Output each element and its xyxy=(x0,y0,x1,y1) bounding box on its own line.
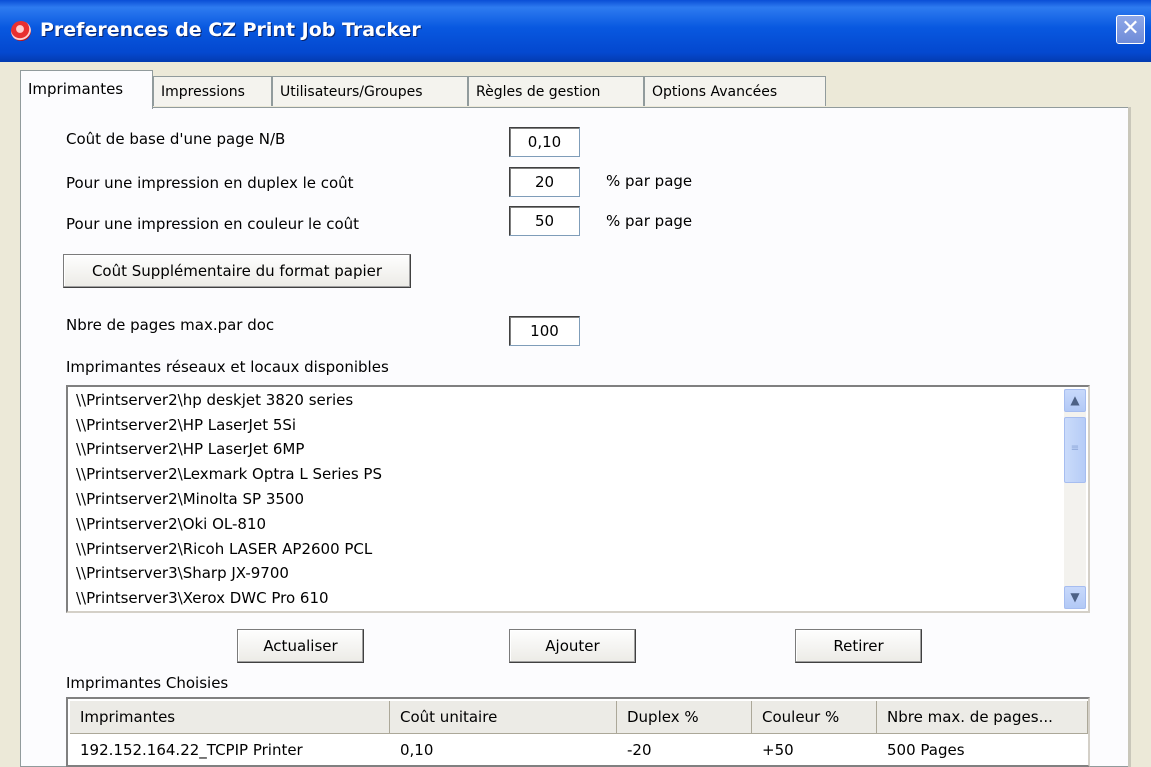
tab-impressions[interactable]: Impressions xyxy=(153,76,272,106)
color-label: Pour une impression en couleur le coût xyxy=(66,215,360,233)
scroll-up-button[interactable]: ▲ xyxy=(1064,389,1086,412)
max-pages-input[interactable]: 100 xyxy=(509,316,580,346)
max-pages-label: Nbre de pages max.par doc xyxy=(66,316,275,334)
base-cost-input[interactable]: 0,10 xyxy=(509,127,580,157)
refresh-button[interactable]: Actualiser xyxy=(237,629,364,663)
duplex-label: Pour une impression en duplex le coût xyxy=(66,174,354,192)
base-cost-label: Coût de base d'une page N/B xyxy=(66,130,286,148)
tab-options-avancees[interactable]: Options Avancées xyxy=(644,76,826,106)
window-title: Preferences de CZ Print Job Tracker xyxy=(40,19,421,41)
column-header-color[interactable]: Couleur % xyxy=(752,701,877,734)
chevron-up-icon: ▲ xyxy=(1070,393,1080,407)
scrollbar-thumb[interactable]: ≡ xyxy=(1064,417,1086,483)
duplex-input[interactable]: 20 xyxy=(509,167,580,197)
list-item[interactable]: \\Printserver2\HP LaserJet 5Si xyxy=(76,413,296,438)
add-button[interactable]: Ajouter xyxy=(509,629,636,663)
chosen-printers-label: Imprimantes Choisies xyxy=(66,674,229,692)
tab-imprimantes[interactable]: Imprimantes xyxy=(20,70,153,109)
tab-regles-de-gestion[interactable]: Règles de gestion xyxy=(468,76,644,106)
close-icon: ✕ xyxy=(1121,16,1140,41)
color-unit-label: % par page xyxy=(606,212,693,230)
column-header-printers[interactable]: Imprimantes xyxy=(70,701,390,734)
color-input[interactable]: 50 xyxy=(509,206,580,236)
column-header-duplex[interactable]: Duplex % xyxy=(617,701,752,734)
panel-edge xyxy=(1128,107,1131,767)
list-item[interactable]: \\Printserver2\Oki OL-810 xyxy=(76,512,266,537)
list-item[interactable]: \\Printserver3\Xerox DWC Pro 610 xyxy=(76,586,329,611)
tab-utilisateurs-groupes[interactable]: Utilisateurs/Groupes xyxy=(272,76,468,106)
list-item[interactable]: \\Printserver3\Sharp JX-9700 xyxy=(76,561,289,586)
list-item[interactable]: \\Printserver2\Lexmark Optra L Series PS xyxy=(76,462,382,487)
chevron-down-icon: ▼ xyxy=(1070,590,1080,604)
app-icon xyxy=(11,21,31,41)
available-printers-label: Imprimantes réseaux et locaux disponible… xyxy=(66,358,389,376)
paper-format-cost-button[interactable]: Coût Supplémentaire du format papier xyxy=(63,254,411,288)
title-bar[interactable]: Preferences de CZ Print Job Tracker ✕ xyxy=(0,0,1151,62)
scroll-down-button[interactable]: ▼ xyxy=(1064,586,1086,609)
grip-icon: ≡ xyxy=(1070,443,1080,454)
vertical-scrollbar[interactable]: ▲ ≡ ▼ xyxy=(1064,389,1086,609)
chosen-printers-table[interactable]: Imprimantes Coût unitaire Duplex % Coule… xyxy=(66,697,1090,767)
list-item[interactable]: \\Printserver2\Minolta SP 3500 xyxy=(76,487,304,512)
column-header-max-pages[interactable]: Nbre max. de pages... xyxy=(877,701,1088,734)
available-printers-list[interactable]: \\Printserver2\hp deskjet 3820 series \\… xyxy=(66,385,1090,613)
column-header-unit-cost[interactable]: Coût unitaire xyxy=(390,701,617,734)
duplex-unit-label: % par page xyxy=(606,172,693,190)
list-item[interactable]: \\Printserver2\hp deskjet 3820 series xyxy=(76,388,353,413)
close-button[interactable]: ✕ xyxy=(1116,15,1145,44)
remove-button[interactable]: Retirer xyxy=(795,629,922,663)
list-item[interactable]: \\Printserver2\HP LaserJet 6MP xyxy=(76,437,304,462)
list-item[interactable]: \\Printserver2\Ricoh LASER AP2600 PCL xyxy=(76,537,372,562)
